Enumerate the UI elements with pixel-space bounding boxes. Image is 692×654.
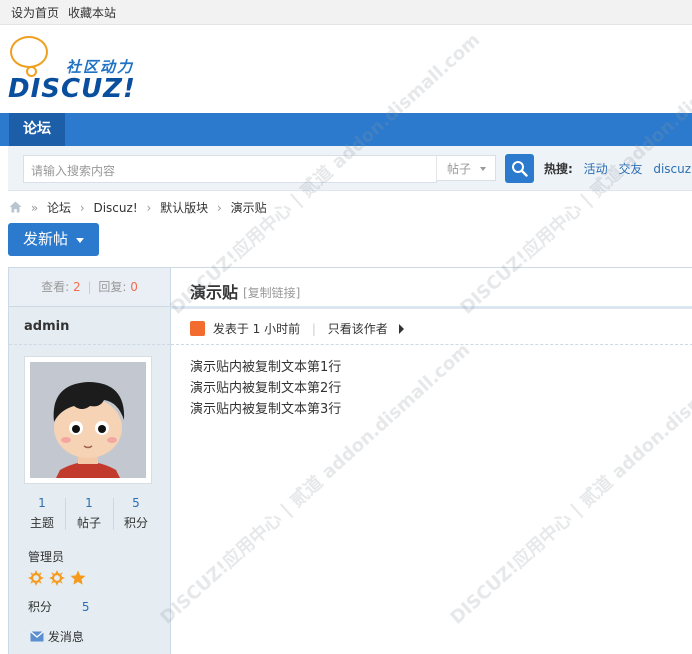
top-bar: 设为首页 收藏本站 bbox=[0, 0, 692, 25]
stat-posts-value: 1 bbox=[85, 496, 93, 510]
rank-stars bbox=[28, 570, 88, 589]
views-label: 查看: bbox=[41, 280, 70, 294]
triangle-right-icon bbox=[398, 324, 404, 334]
new-thread-label: 发新帖 bbox=[23, 230, 69, 248]
main-nav: 论坛 bbox=[0, 113, 692, 146]
user-group[interactable]: 管理员 bbox=[28, 548, 64, 565]
search-icon bbox=[512, 161, 528, 177]
site-logo[interactable]: 社区动力 DISCUZ! bbox=[8, 36, 148, 106]
new-thread-button[interactable]: 发新帖 bbox=[8, 223, 99, 256]
sun-icon bbox=[49, 570, 65, 586]
home-icon[interactable] bbox=[9, 201, 22, 213]
thread-stats: 查看: 2 | 回复: 0 bbox=[9, 268, 170, 307]
search-type-select[interactable]: 帖子 bbox=[436, 155, 496, 181]
stat-posts-label: 帖子 bbox=[76, 516, 101, 530]
author-sidebar: 查看: 2 | 回复: 0 admin 1 主题 1 帖子 5 积分 管理员 积… bbox=[9, 268, 171, 654]
breadcrumb-discuz[interactable]: Discuz! bbox=[93, 201, 137, 215]
search-bar: 请输入搜索内容 帖子 热搜: 活动 交友 discuz bbox=[8, 146, 692, 191]
nav-tab-forum[interactable]: 论坛 bbox=[9, 113, 65, 146]
star-icon bbox=[70, 570, 86, 585]
search-placeholder: 请输入搜索内容 bbox=[31, 164, 116, 178]
avatar[interactable] bbox=[24, 356, 152, 484]
stat-threads-label: 主题 bbox=[29, 516, 54, 530]
thread-container: 查看: 2 | 回复: 0 admin 1 主题 1 帖子 5 积分 管理员 积… bbox=[8, 267, 692, 654]
content-line: 演示贴内被复制文本第3行 bbox=[190, 402, 342, 417]
stat-threads-value: 1 bbox=[38, 496, 46, 510]
hot-keyword-discuz[interactable]: discuz bbox=[653, 162, 691, 176]
hot-keyword-dating[interactable]: 交友 bbox=[618, 162, 642, 176]
caret-down-icon bbox=[76, 238, 84, 243]
breadcrumb-current-thread[interactable]: 演示贴 bbox=[231, 201, 267, 215]
stat-posts[interactable]: 1 帖子 bbox=[64, 496, 114, 531]
send-message-label: 发消息 bbox=[47, 630, 84, 644]
post-time: 发表于 1 小时前 bbox=[212, 322, 301, 336]
thread-title-bar: 演示贴 [复制链接] bbox=[171, 268, 692, 309]
sun-icon bbox=[28, 570, 44, 586]
only-author-link[interactable]: 只看该作者 bbox=[328, 322, 388, 336]
author-name[interactable]: admin bbox=[24, 319, 69, 334]
author-online-icon bbox=[190, 321, 205, 336]
chevron-down-icon bbox=[479, 167, 486, 171]
divider bbox=[171, 344, 692, 345]
content-line: 演示贴内被复制文本第2行 bbox=[190, 381, 342, 396]
hot-search: 热搜: 活动 交友 discuz bbox=[544, 160, 691, 177]
logo-text: DISCUZ! bbox=[8, 74, 136, 104]
content-line: 演示贴内被复制文本第1行 bbox=[190, 360, 342, 375]
stat-points-value: 5 bbox=[132, 496, 140, 510]
stat-points[interactable]: 5 积分 bbox=[111, 496, 161, 531]
post-main: 演示贴 [复制链接] 发表于 1 小时前 | 只看该作者 演示贴内被复制文本第1… bbox=[171, 268, 692, 654]
hot-keyword-activity[interactable]: 活动 bbox=[584, 162, 608, 176]
breadcrumb: » 论坛 › Discuz! › 默认版块 › 演示贴 bbox=[9, 199, 267, 216]
search-button[interactable] bbox=[505, 154, 534, 183]
post-content: 演示贴内被复制文本第1行 演示贴内被复制文本第2行 演示贴内被复制文本第3行 bbox=[190, 357, 341, 420]
bookmark-link[interactable]: 收藏本站 bbox=[68, 4, 116, 21]
copy-link-button[interactable]: [复制链接] bbox=[243, 284, 300, 301]
breadcrumb-forum[interactable]: 论坛 bbox=[47, 201, 71, 215]
post-meta: 发表于 1 小时前 | 只看该作者 bbox=[190, 320, 404, 337]
divider bbox=[9, 344, 170, 345]
replies-label: 回复: bbox=[98, 280, 127, 294]
logo-bubble-icon bbox=[10, 36, 48, 68]
stats-separator: | bbox=[87, 280, 92, 294]
breadcrumb-default-board[interactable]: 默认版块 bbox=[160, 201, 208, 215]
search-type-label: 帖子 bbox=[447, 162, 472, 176]
search-input[interactable]: 请输入搜索内容 bbox=[23, 155, 437, 183]
set-homepage-link[interactable]: 设为首页 bbox=[11, 4, 59, 21]
points-value: 5 bbox=[81, 600, 90, 614]
thread-title: 演示贴 bbox=[190, 283, 239, 302]
points-label: 积分 bbox=[28, 600, 53, 614]
send-message-link[interactable]: 发消息 bbox=[30, 628, 84, 645]
envelope-icon bbox=[30, 631, 44, 642]
avatar-image bbox=[30, 362, 146, 478]
hot-search-label: 热搜: bbox=[544, 162, 573, 176]
views-count: 2 bbox=[73, 280, 81, 294]
stat-points-label: 积分 bbox=[123, 516, 148, 530]
stat-threads[interactable]: 1 主题 bbox=[17, 496, 67, 531]
author-points: 积分 5 bbox=[28, 598, 89, 615]
replies-count: 0 bbox=[130, 280, 138, 294]
